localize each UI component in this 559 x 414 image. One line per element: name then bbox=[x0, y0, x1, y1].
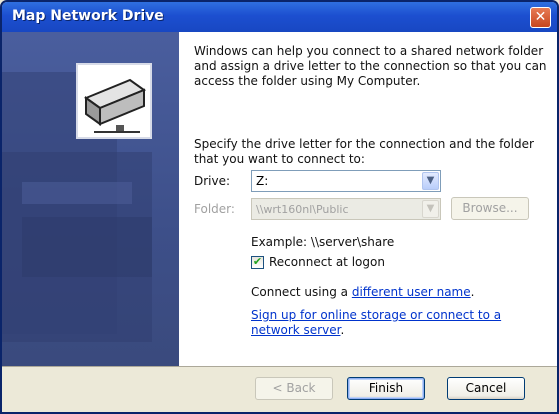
drive-dropdown-button[interactable]: ▼ bbox=[422, 172, 439, 190]
close-button[interactable]: ✕ bbox=[530, 7, 551, 28]
folder-label: Folder: bbox=[194, 202, 235, 216]
map-network-drive-dialog: Map Network Drive ✕ Windows can help you… bbox=[0, 0, 559, 414]
example-text: Example: \\server\share bbox=[251, 235, 395, 249]
chevron-down-icon: ▼ bbox=[426, 175, 435, 186]
signup-link[interactable]: Sign up for online storage or connect to… bbox=[251, 308, 501, 337]
close-icon: ✕ bbox=[534, 9, 547, 25]
back-button[interactable]: < Back bbox=[255, 377, 333, 400]
finish-button[interactable]: Finish bbox=[347, 377, 425, 400]
network-drive-icon bbox=[2, 63, 152, 342]
wizard-content: Windows can help you connect to a shared… bbox=[179, 32, 557, 366]
folder-dropdown-button[interactable]: ▼ bbox=[422, 200, 439, 218]
instructions-text: Specify the drive letter for the connect… bbox=[194, 137, 534, 166]
drive-label: Drive: bbox=[194, 174, 231, 188]
drive-select[interactable]: Z: ▼ bbox=[251, 170, 441, 192]
reconnect-checkbox[interactable]: ✔ bbox=[251, 255, 264, 269]
signup-suffix: . bbox=[340, 323, 345, 337]
folder-value: \\wrt160nl\Public bbox=[256, 203, 349, 216]
signup-text: Sign up for online storage or connect to… bbox=[251, 308, 551, 338]
window-title: Map Network Drive bbox=[12, 8, 164, 24]
different-user-name-link[interactable]: different user name bbox=[352, 285, 471, 299]
wizard-side-panel bbox=[2, 32, 179, 366]
connect-prefix: Connect using a bbox=[251, 285, 352, 299]
intro-text: Windows can help you connect to a shared… bbox=[194, 44, 547, 88]
reconnect-label[interactable]: Reconnect at logon bbox=[269, 255, 385, 269]
title-bar[interactable]: Map Network Drive ✕ bbox=[2, 2, 557, 32]
cancel-button[interactable]: Cancel bbox=[447, 377, 525, 400]
connect-using-text: Connect using a different user name. bbox=[251, 285, 474, 299]
folder-combo[interactable]: \\wrt160nl\Public ▼ bbox=[251, 198, 441, 220]
drive-value: Z: bbox=[256, 174, 269, 188]
browse-button[interactable]: Browse... bbox=[451, 197, 529, 220]
connect-suffix: . bbox=[470, 285, 475, 299]
button-bar: < Back Finish Cancel bbox=[2, 366, 557, 412]
checkmark-icon: ✔ bbox=[252, 255, 263, 268]
chevron-down-icon: ▼ bbox=[426, 203, 435, 214]
